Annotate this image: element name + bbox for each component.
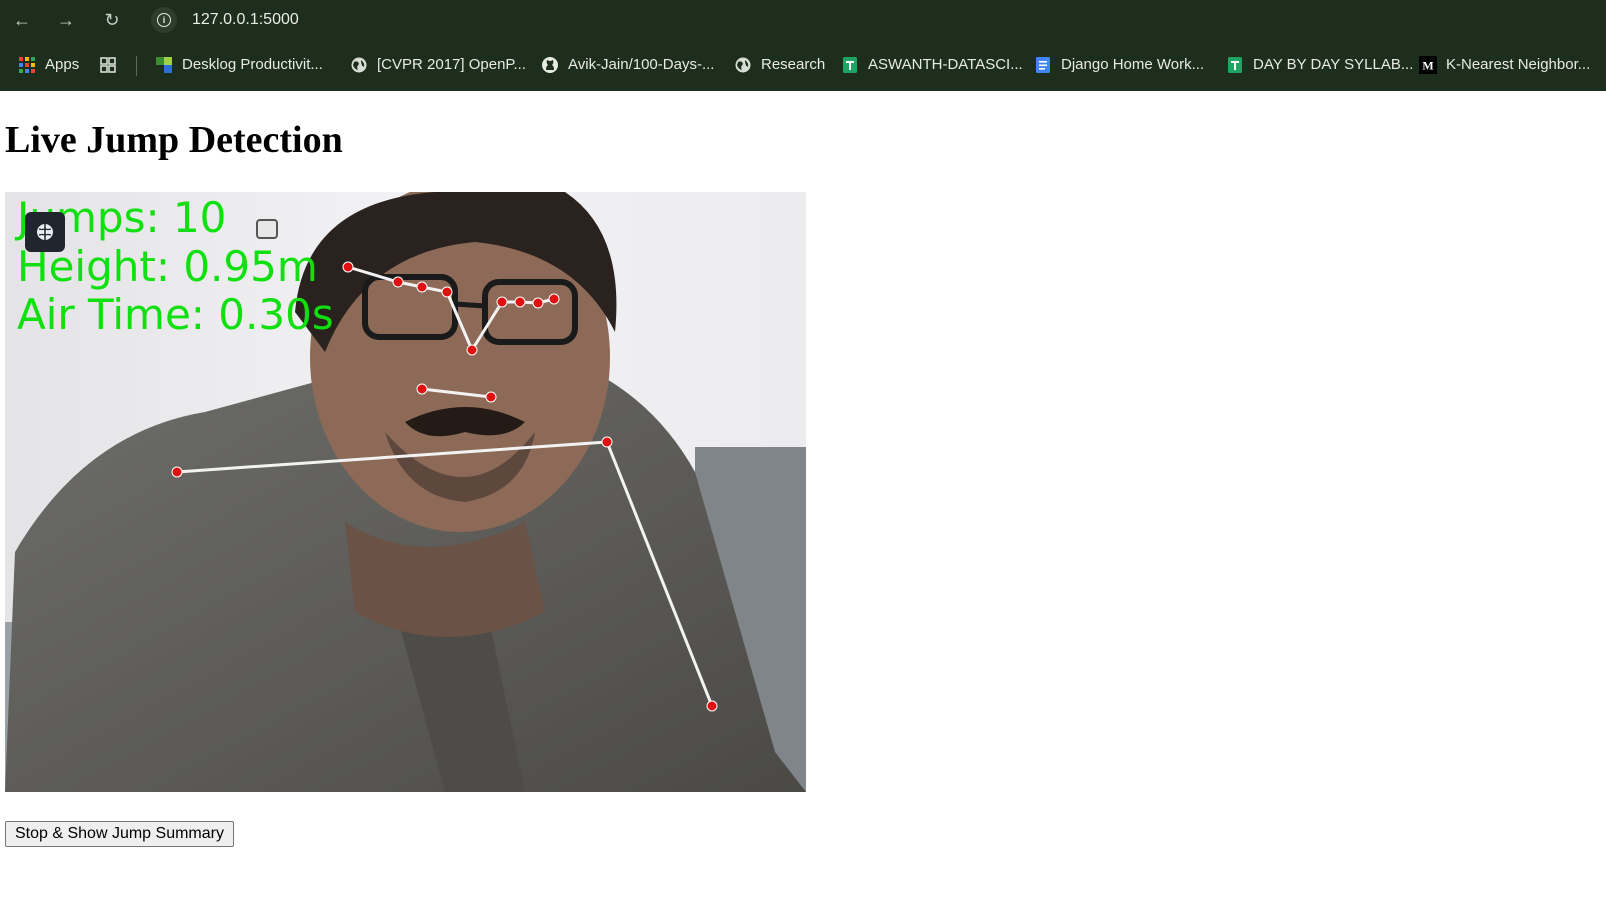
keypoint [601, 436, 613, 448]
forward-arrow-icon[interactable]: → [52, 6, 80, 34]
keypoint [441, 286, 453, 298]
apps-grid-icon [19, 57, 35, 73]
stop-and-show-summary-button[interactable]: Stop & Show Jump Summary [5, 821, 234, 847]
info-icon: i [157, 13, 171, 27]
bookmark-separator [136, 56, 137, 76]
air-time-text: Air Time: 0.30s [17, 290, 334, 339]
bookmark-django[interactable]: Django Home Work... [1034, 54, 1209, 76]
bookmark-research[interactable]: Research [734, 54, 834, 76]
bookmark-syllabus-sheet[interactable]: DAY BY DAY SYLLAB... [1226, 54, 1413, 76]
page-title: Live Jump Detection [5, 119, 343, 161]
keypoint [416, 383, 428, 395]
bookmark-desklog[interactable]: Desklog Productivit... [155, 54, 330, 76]
globe-icon [735, 57, 751, 73]
bookmark-knn[interactable]: M K-Nearest Neighbor... [1419, 54, 1599, 76]
docs-icon [1036, 57, 1050, 73]
keypoint [416, 281, 428, 293]
back-arrow-icon[interactable]: ← [8, 6, 36, 34]
keypoint [171, 466, 183, 478]
bookmark-apps[interactable]: Apps [18, 54, 88, 76]
site-info-button[interactable]: i [151, 7, 177, 33]
glasses-bridge [454, 301, 486, 309]
bookmark-github[interactable]: Avik-Jain/100-Days-... [541, 54, 714, 76]
brain-icon [37, 224, 53, 240]
keypoint [485, 391, 497, 403]
keypoint [466, 344, 478, 356]
reload-icon[interactable]: ↻ [98, 6, 126, 34]
browser-toolbar: ← → ↻ i 127.0.0.1:5000 [0, 0, 1606, 40]
tab-groups-icon [100, 57, 116, 73]
bookmark-cvpr[interactable]: [CVPR 2017] OpenP... [350, 54, 526, 76]
keypoint [392, 276, 404, 288]
address-bar[interactable]: 127.0.0.1:5000 [192, 9, 299, 31]
svg-text:M: M [1422, 59, 1433, 73]
medium-icon: M [1419, 56, 1437, 74]
bookmarks-bar: Apps Desklog Productivit... [CVPR 2017] … [0, 40, 1606, 91]
keypoint [532, 297, 544, 309]
live-video-feed: Jumps: 10 Height: 0.95m Air Time: 0.30s [5, 192, 806, 792]
extension-overlay-button[interactable] [25, 212, 65, 252]
sheets-icon [843, 57, 857, 73]
camera-indicator-icon [256, 219, 278, 239]
bookmark-tab-groups[interactable] [99, 54, 119, 76]
desklog-icon [156, 57, 172, 73]
bookmark-aswanth-sheet[interactable]: ASWANTH-DATASCI... [841, 54, 1023, 76]
globe-icon [351, 57, 367, 73]
sheets-icon [1228, 57, 1242, 73]
keypoint [342, 261, 354, 273]
keypoint [548, 293, 560, 305]
keypoint [706, 700, 718, 712]
keypoint [514, 296, 526, 308]
github-icon [542, 57, 558, 73]
keypoint [496, 296, 508, 308]
